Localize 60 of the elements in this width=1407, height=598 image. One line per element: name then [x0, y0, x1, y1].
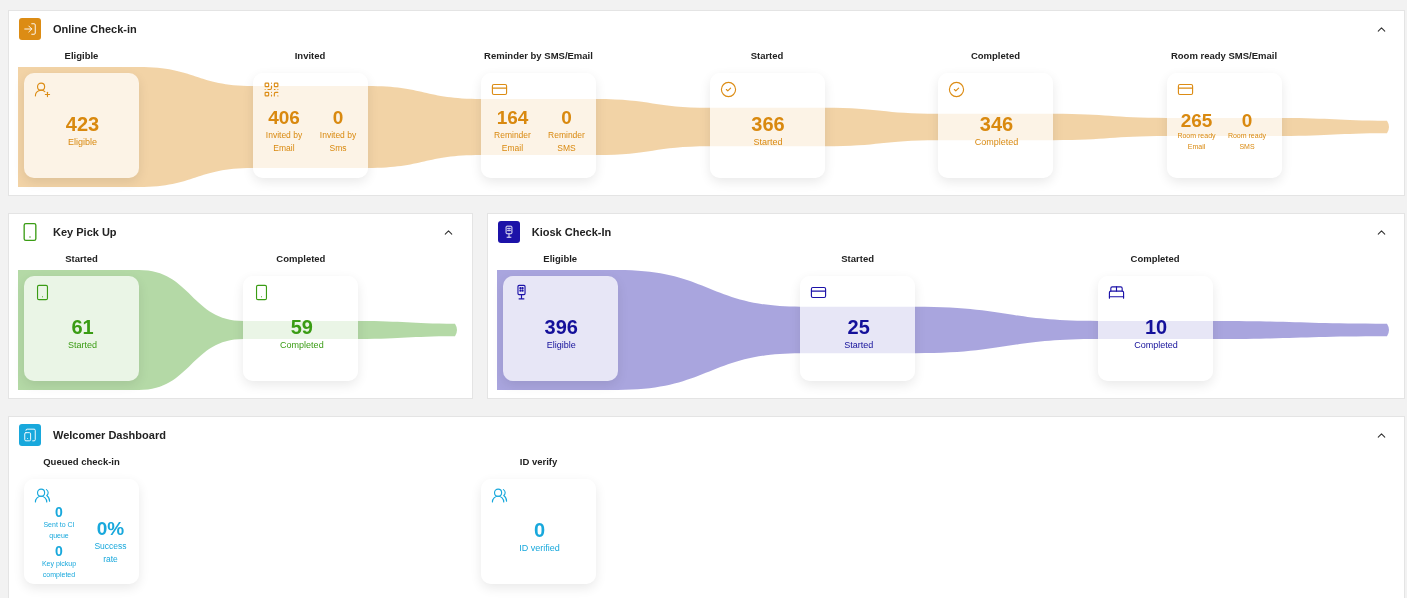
metric-value: 61 — [71, 315, 94, 339]
stage-label: ID verify — [519, 455, 558, 469]
metric-label: Completed — [1134, 338, 1178, 352]
metric-value: 265 — [1180, 109, 1213, 132]
stage-label: Eligible — [64, 49, 99, 63]
check-circle-icon — [719, 81, 737, 98]
metric-value: 396 — [544, 315, 578, 339]
metric-value: 25 — [847, 315, 870, 339]
metric-value: 59 — [290, 315, 313, 339]
user-plus-icon — [34, 81, 51, 98]
card-icon — [491, 81, 508, 98]
panel-title: Key Pick Up — [53, 226, 118, 238]
stage-label: Completed — [970, 49, 1021, 63]
stage-label: Completed — [276, 252, 326, 266]
panel-title: Welcomer Dashboard — [53, 429, 167, 441]
stage-label: Completed — [1130, 252, 1180, 266]
metric-value: 0 — [1241, 109, 1253, 132]
metric-label: Reminder SMS — [547, 129, 586, 155]
metric-value: 10 — [1144, 315, 1168, 339]
card-icon — [810, 284, 828, 301]
panel-title: Kiosk Check-In — [531, 226, 613, 238]
metric-value: 0 — [561, 107, 572, 130]
metric-value: 366 — [751, 112, 785, 136]
metric-label: Eligible — [546, 338, 576, 352]
metric-value: 423 — [65, 112, 100, 136]
bed-icon — [1107, 284, 1125, 301]
metric-value: 346 — [979, 112, 1014, 136]
card-icon — [1176, 81, 1194, 98]
metric-value: 0 — [332, 107, 344, 130]
metric-label: Started — [844, 338, 874, 352]
stage-label: Started — [750, 49, 784, 63]
metric-label: Invited by Sms — [318, 129, 358, 155]
stage-label: Reminder by SMS/Email — [484, 49, 593, 63]
metric-value: 164 — [496, 107, 529, 130]
metric-label: Success rate — [93, 540, 128, 566]
people-icon — [34, 487, 51, 504]
stage-label: Room ready SMS/Email — [1170, 49, 1278, 63]
stage-label: Invited — [294, 49, 326, 63]
metric-label: Reminder Email — [493, 129, 532, 155]
qr-code-icon — [262, 81, 280, 98]
metric-value: 0 — [55, 543, 63, 560]
metric-label: Invited by Email — [264, 129, 304, 155]
stage-label: Started — [841, 252, 874, 266]
people-icon — [491, 487, 508, 504]
metric-label: Started — [68, 338, 97, 352]
metric-value: 0 — [55, 504, 63, 521]
metric-label: Completed — [280, 338, 324, 352]
stage-label: Started — [65, 252, 98, 266]
stage-label: Eligible — [543, 252, 578, 266]
metric-value: 0% — [96, 518, 125, 541]
metric-label: Started — [753, 135, 783, 149]
metric-label: Eligible — [68, 135, 97, 149]
check-circle-icon — [948, 81, 965, 98]
metric-value: 0 — [533, 518, 546, 542]
panel-title: Online Check-in — [53, 23, 138, 35]
metric-label: ID verified — [519, 541, 560, 555]
stage-label: Queued check-in — [43, 455, 120, 469]
metric-label: Completed — [974, 135, 1019, 149]
phone-icon — [34, 284, 51, 301]
metric-value: 406 — [268, 107, 300, 130]
